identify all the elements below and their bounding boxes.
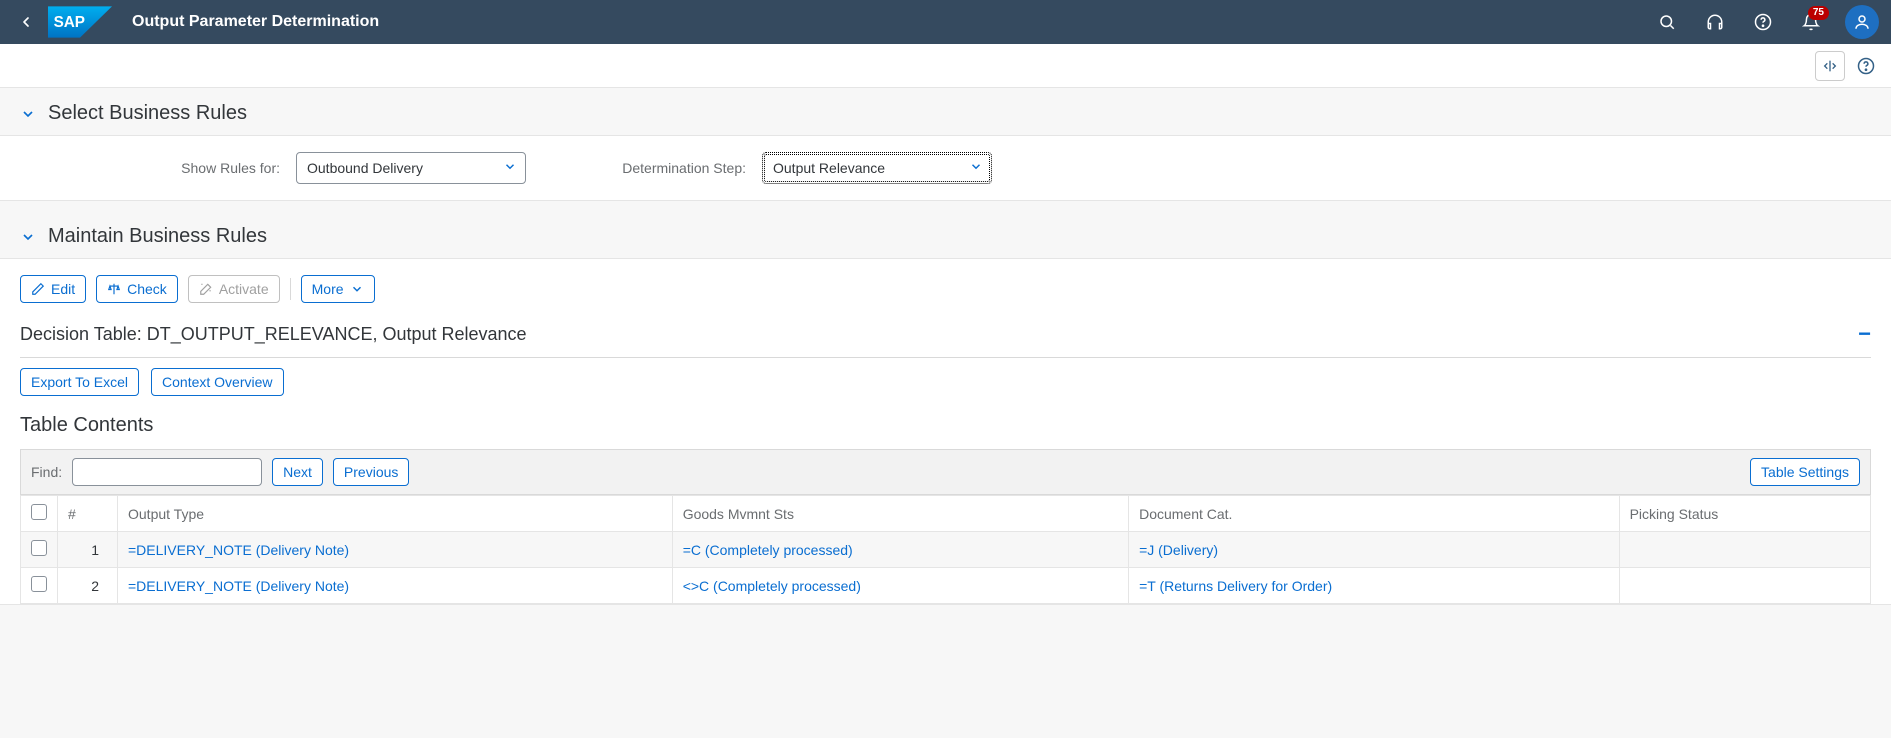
row-number: 1: [58, 532, 118, 568]
row-checkbox[interactable]: [31, 540, 47, 556]
decision-table-title-row: Decision Table: DT_OUTPUT_RELEVANCE, Out…: [20, 315, 1871, 358]
table-row[interactable]: 1 =DELIVERY_NOTE (Delivery Note) =C (Com…: [21, 532, 1871, 568]
determination-step-dropdown[interactable]: Output Relevance: [762, 152, 992, 184]
toolbar-divider: [290, 278, 291, 300]
page-help-icon[interactable]: [1851, 51, 1881, 81]
output-type-cell[interactable]: =DELIVERY_NOTE (Delivery Note): [128, 542, 349, 558]
show-rules-dropdown[interactable]: Outbound Delivery: [296, 152, 526, 184]
pencil-icon: [31, 282, 45, 296]
col-number: #: [58, 496, 118, 532]
find-label: Find:: [31, 464, 62, 480]
edit-button[interactable]: Edit: [20, 275, 86, 303]
maintain-business-rules-panel: Maintain Business Rules Edit Check: [0, 211, 1891, 605]
shell-header: SAP Output Parameter Determination 75: [0, 0, 1891, 44]
col-goods-mvmnt: Goods Mvmnt Sts: [672, 496, 1128, 532]
sap-logo: SAP: [48, 6, 112, 38]
svg-text:SAP: SAP: [54, 14, 85, 31]
app-title: Output Parameter Determination: [132, 13, 379, 31]
chevron-down-icon: [969, 160, 983, 177]
show-rules-value: Outbound Delivery: [307, 160, 423, 176]
context-overview-button[interactable]: Context Overview: [151, 368, 283, 396]
col-output-type: Output Type: [118, 496, 673, 532]
check-button[interactable]: Check: [96, 275, 178, 303]
wand-icon: [199, 282, 213, 296]
row-number: 2: [58, 568, 118, 604]
find-input[interactable]: [72, 458, 262, 486]
select-business-rules-panel: Select Business Rules Show Rules for: Ou…: [0, 88, 1891, 201]
chevron-down-icon: [503, 160, 517, 177]
select-panel-title: Select Business Rules: [48, 102, 247, 125]
find-previous-button[interactable]: Previous: [333, 458, 409, 486]
notification-badge: 75: [1808, 6, 1829, 20]
document-cat-cell[interactable]: =T (Returns Delivery for Order): [1139, 578, 1332, 594]
show-rules-label: Show Rules for:: [150, 160, 280, 176]
output-type-cell[interactable]: =DELIVERY_NOTE (Delivery Note): [128, 578, 349, 594]
activate-button: Activate: [188, 275, 280, 303]
maintain-panel-header[interactable]: Maintain Business Rules: [0, 211, 1891, 258]
select-all-checkbox[interactable]: [31, 504, 47, 520]
decision-table: # Output Type Goods Mvmnt Sts Document C…: [20, 495, 1871, 604]
find-next-button[interactable]: Next: [272, 458, 323, 486]
table-row[interactable]: 2 =DELIVERY_NOTE (Delivery Note) <>C (Co…: [21, 568, 1871, 604]
col-document-cat: Document Cat.: [1129, 496, 1620, 532]
goods-mvmnt-cell[interactable]: =C (Completely processed): [683, 542, 853, 558]
more-button[interactable]: More: [301, 275, 375, 303]
table-contents-title: Table Contents: [20, 406, 1871, 449]
determination-step-label: Determination Step:: [586, 160, 746, 176]
maintain-toolbar: Edit Check Activate More: [20, 275, 1871, 315]
support-icon[interactable]: [1697, 4, 1733, 40]
determination-step-value: Output Relevance: [773, 160, 885, 176]
maintain-panel-title: Maintain Business Rules: [48, 225, 267, 248]
sub-header: [0, 44, 1891, 88]
chevron-down-icon: [20, 106, 36, 122]
user-avatar[interactable]: [1845, 5, 1879, 39]
row-checkbox[interactable]: [31, 576, 47, 592]
document-cat-cell[interactable]: =J (Delivery): [1139, 542, 1218, 558]
balance-icon: [107, 282, 121, 296]
col-picking-status: Picking Status: [1619, 496, 1870, 532]
find-bar: Find: Next Previous Table Settings: [20, 449, 1871, 495]
export-excel-button[interactable]: Export To Excel: [20, 368, 139, 396]
decision-secondary-toolbar: Export To Excel Context Overview: [20, 358, 1871, 406]
decision-table-title: Decision Table: DT_OUTPUT_RELEVANCE, Out…: [20, 324, 527, 345]
collapse-panels-button[interactable]: [1815, 51, 1845, 81]
chevron-down-icon: [20, 229, 36, 245]
chevron-down-icon: [350, 282, 364, 296]
help-icon[interactable]: [1745, 4, 1781, 40]
collapse-section-button[interactable]: −: [1858, 321, 1871, 347]
search-icon[interactable]: [1649, 4, 1685, 40]
back-button[interactable]: [12, 8, 40, 36]
goods-mvmnt-cell[interactable]: <>C (Completely processed): [683, 578, 861, 594]
notification-icon[interactable]: 75: [1793, 4, 1829, 40]
select-panel-header[interactable]: Select Business Rules: [0, 88, 1891, 135]
table-settings-button[interactable]: Table Settings: [1750, 458, 1860, 486]
select-all-header[interactable]: [21, 496, 58, 532]
